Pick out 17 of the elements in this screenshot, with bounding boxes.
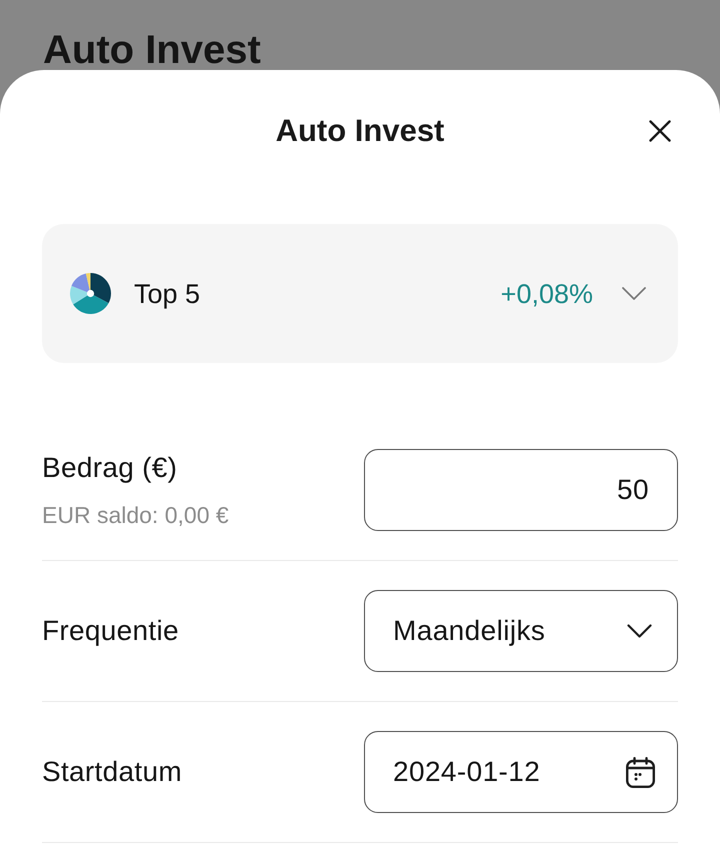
dropdown-field[interactable]: Maandelijks xyxy=(364,590,678,672)
portfolio-change: +0,08% xyxy=(500,278,593,310)
field-label: Startdatum xyxy=(42,755,182,789)
field-label: Bedrag (€) xyxy=(42,451,178,485)
page-title: Auto Invest xyxy=(43,30,261,70)
sheet-title: Auto Invest xyxy=(276,112,444,150)
calendar-icon xyxy=(626,756,655,788)
close-icon xyxy=(649,120,671,142)
pie-chart-icon xyxy=(70,273,111,314)
chevron-down-icon xyxy=(627,624,652,638)
chevron-down-icon xyxy=(622,287,646,300)
field-label: Frequentie xyxy=(42,614,179,648)
portfolio-name: Top 5 xyxy=(134,278,200,310)
balance-hint: EUR saldo: 0,00 € xyxy=(42,501,229,529)
date-field[interactable]: 2024-01-12 xyxy=(364,731,678,813)
amount-input[interactable]: 50 xyxy=(364,449,678,531)
portfolio-selector[interactable]: Top 5 +0,08% xyxy=(42,224,678,363)
